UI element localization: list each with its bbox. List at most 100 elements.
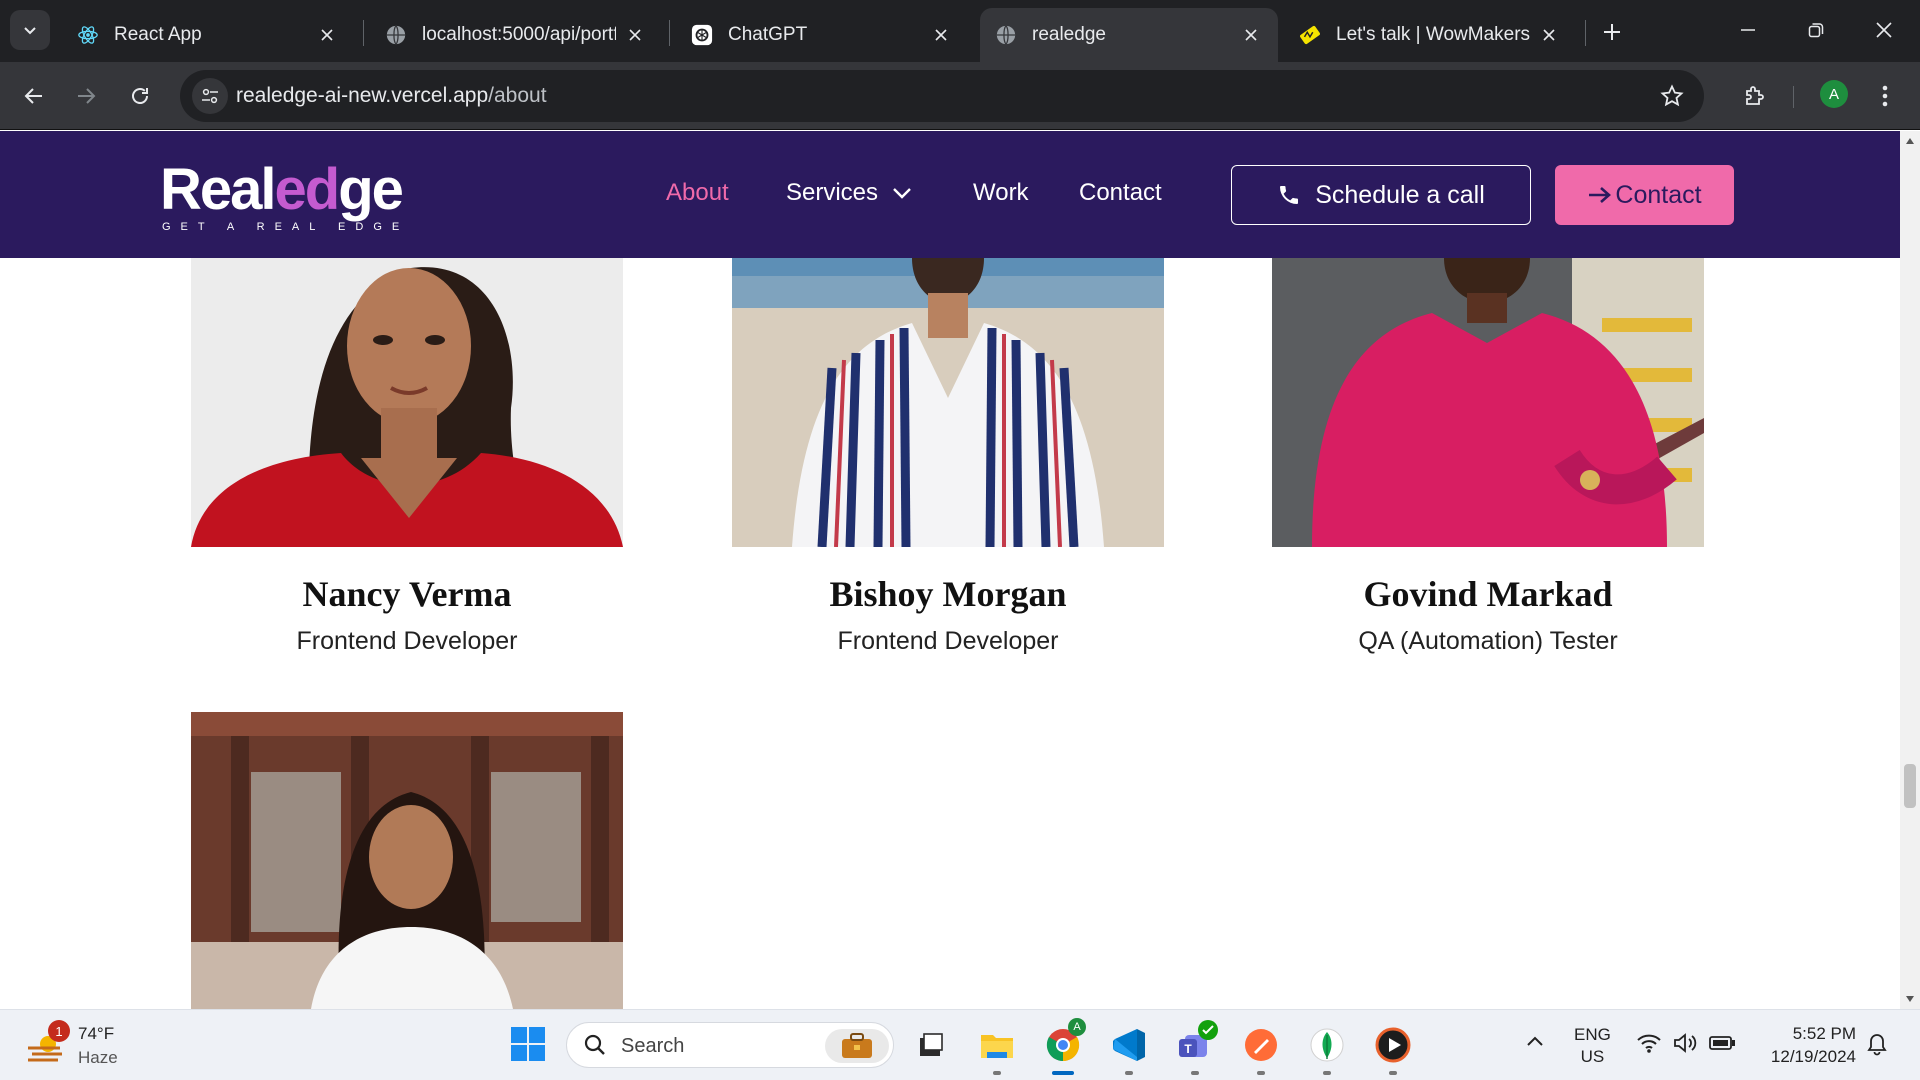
taskbar-app-postman[interactable] xyxy=(1240,1024,1282,1075)
taskbar-search-box[interactable]: Search xyxy=(566,1022,894,1068)
team-member-role: QA (Automation) Tester xyxy=(1358,627,1618,655)
schedule-call-label: Schedule a call xyxy=(1315,180,1485,209)
browser-menu-button[interactable] xyxy=(1870,76,1900,116)
taskbar-app-media-player[interactable] xyxy=(1372,1024,1414,1075)
tab-localhost-api[interactable]: localhost:5000/api/portfo xyxy=(370,8,662,62)
realedge-logo[interactable]: Realedge GET A REAL EDGE xyxy=(160,161,409,234)
team-member-name: Govind Markad xyxy=(1363,574,1613,614)
nav-work[interactable]: Work xyxy=(973,179,1029,207)
profile-avatar[interactable]: A xyxy=(1820,80,1848,108)
briefcase-icon xyxy=(825,1029,889,1063)
taskbar-app-chrome[interactable]: A xyxy=(1042,1018,1086,1075)
logo-part: Real xyxy=(160,157,277,222)
reload-button[interactable] xyxy=(120,76,160,116)
start-button[interactable] xyxy=(510,1026,546,1062)
svg-text:T: T xyxy=(1184,1042,1192,1056)
restore-icon xyxy=(1808,23,1824,38)
nav-about[interactable]: About xyxy=(666,179,729,207)
scrollbar-thumb[interactable] xyxy=(1904,764,1916,808)
team-member-name: Bishoy Morgan xyxy=(829,574,1067,614)
arrow-right-icon xyxy=(78,88,96,104)
close-icon[interactable] xyxy=(316,24,338,46)
page-scrollbar[interactable] xyxy=(1900,131,1920,1009)
running-indicator xyxy=(993,1071,1001,1075)
extensions-button[interactable] xyxy=(1734,76,1774,116)
contact-button[interactable]: Contact xyxy=(1555,165,1734,225)
tab-chatgpt[interactable]: ChatGPT xyxy=(676,8,968,62)
globe-icon xyxy=(994,23,1018,47)
close-icon[interactable] xyxy=(1240,24,1262,46)
globe-icon xyxy=(384,23,408,47)
chevron-up-icon xyxy=(1527,1036,1543,1046)
system-clock[interactable]: 5:52 PM 12/19/2024 xyxy=(1756,1022,1856,1068)
tab-realedge[interactable]: realedge xyxy=(980,8,1278,62)
tab-separator xyxy=(363,20,364,46)
scroll-down-arrow-icon[interactable] xyxy=(1900,989,1920,1009)
close-icon[interactable] xyxy=(930,24,952,46)
taskbar-app-mongodb-compass[interactable] xyxy=(1306,1024,1348,1075)
team-member-photo xyxy=(191,258,623,547)
close-icon[interactable] xyxy=(624,24,646,46)
mongodb-leaf-icon xyxy=(1310,1028,1344,1062)
logo-part: ge xyxy=(338,157,404,222)
minimize-icon xyxy=(1741,29,1755,31)
taskbar-app-file-explorer[interactable] xyxy=(976,1024,1018,1075)
schedule-call-button[interactable]: Schedule a call xyxy=(1231,165,1531,225)
team-member-role: Frontend Developer xyxy=(296,627,518,655)
nav-services[interactable]: Services xyxy=(786,179,912,207)
vscode-icon xyxy=(1113,1029,1145,1061)
notification-center-button[interactable] xyxy=(1866,1032,1888,1061)
wifi-icon xyxy=(1637,1034,1661,1053)
forward-button[interactable] xyxy=(66,76,106,116)
new-tab-button[interactable] xyxy=(1594,14,1630,50)
tab-search-button[interactable] xyxy=(10,10,50,50)
team-card: Bishoy Morgan Frontend Developer xyxy=(732,258,1164,656)
page-viewport: Realedge GET A REAL EDGE About Services … xyxy=(0,131,1900,1009)
search-icon xyxy=(584,1034,605,1055)
chevron-down-icon xyxy=(893,188,911,199)
team-member-photo xyxy=(1272,258,1704,547)
address-bar[interactable]: realedge-ai-new.vercel.app/about xyxy=(180,70,1704,122)
weather-widget[interactable]: 1 74°F Haze xyxy=(26,1020,146,1070)
bookmark-star-icon[interactable] xyxy=(1658,82,1686,110)
url-text: realedge-ai-new.vercel.app/about xyxy=(236,84,547,108)
tab-separator xyxy=(1585,20,1586,46)
more-vertical-icon xyxy=(1882,85,1888,107)
running-indicator xyxy=(1125,1071,1133,1075)
react-icon xyxy=(76,23,100,47)
close-icon[interactable] xyxy=(1538,24,1560,46)
weather-condition: Haze xyxy=(78,1048,118,1067)
tab-react-app[interactable]: React App xyxy=(62,8,354,62)
nav-about-label: About xyxy=(666,179,729,206)
tab-title: React App xyxy=(114,24,202,45)
tab-title: ChatGPT xyxy=(728,24,808,45)
weather-temperature: 74°F xyxy=(78,1024,115,1043)
toolbar-divider xyxy=(1793,86,1794,108)
site-settings-icon[interactable] xyxy=(192,78,228,114)
taskbar-app-vscode[interactable] xyxy=(1108,1024,1150,1075)
taskbar-app-task-view[interactable] xyxy=(910,1024,952,1066)
chatgpt-icon xyxy=(690,23,714,47)
team-member-role: Frontend Developer xyxy=(837,627,1059,655)
back-button[interactable] xyxy=(14,76,54,116)
contact-button-label: Contact xyxy=(1615,180,1702,209)
language-indicator[interactable]: ENG US xyxy=(1574,1024,1611,1068)
close-window-button[interactable] xyxy=(1864,12,1904,48)
nav-contact[interactable]: Contact xyxy=(1079,179,1162,207)
team-member-photo xyxy=(732,258,1164,547)
plus-icon xyxy=(1604,24,1620,40)
team-member-photo xyxy=(191,712,623,1009)
minimize-button[interactable] xyxy=(1728,12,1768,48)
restore-button[interactable] xyxy=(1796,12,1836,48)
running-indicator xyxy=(1323,1071,1331,1075)
taskbar-app-teams[interactable]: T xyxy=(1174,1020,1218,1075)
phone-icon xyxy=(1280,186,1299,204)
show-hidden-icons-button[interactable] xyxy=(1526,1034,1544,1052)
tab-wowmakers[interactable]: Let's talk | WowMakers xyxy=(1284,8,1576,62)
folder-icon xyxy=(981,1035,1013,1058)
system-tray[interactable] xyxy=(1636,1032,1736,1054)
postman-icon xyxy=(1245,1029,1277,1061)
chrome-profile-badge: A xyxy=(1068,1018,1086,1036)
team-card: Govind Markad QA (Automation) Tester xyxy=(1272,258,1704,656)
scroll-up-arrow-icon[interactable] xyxy=(1900,131,1920,151)
